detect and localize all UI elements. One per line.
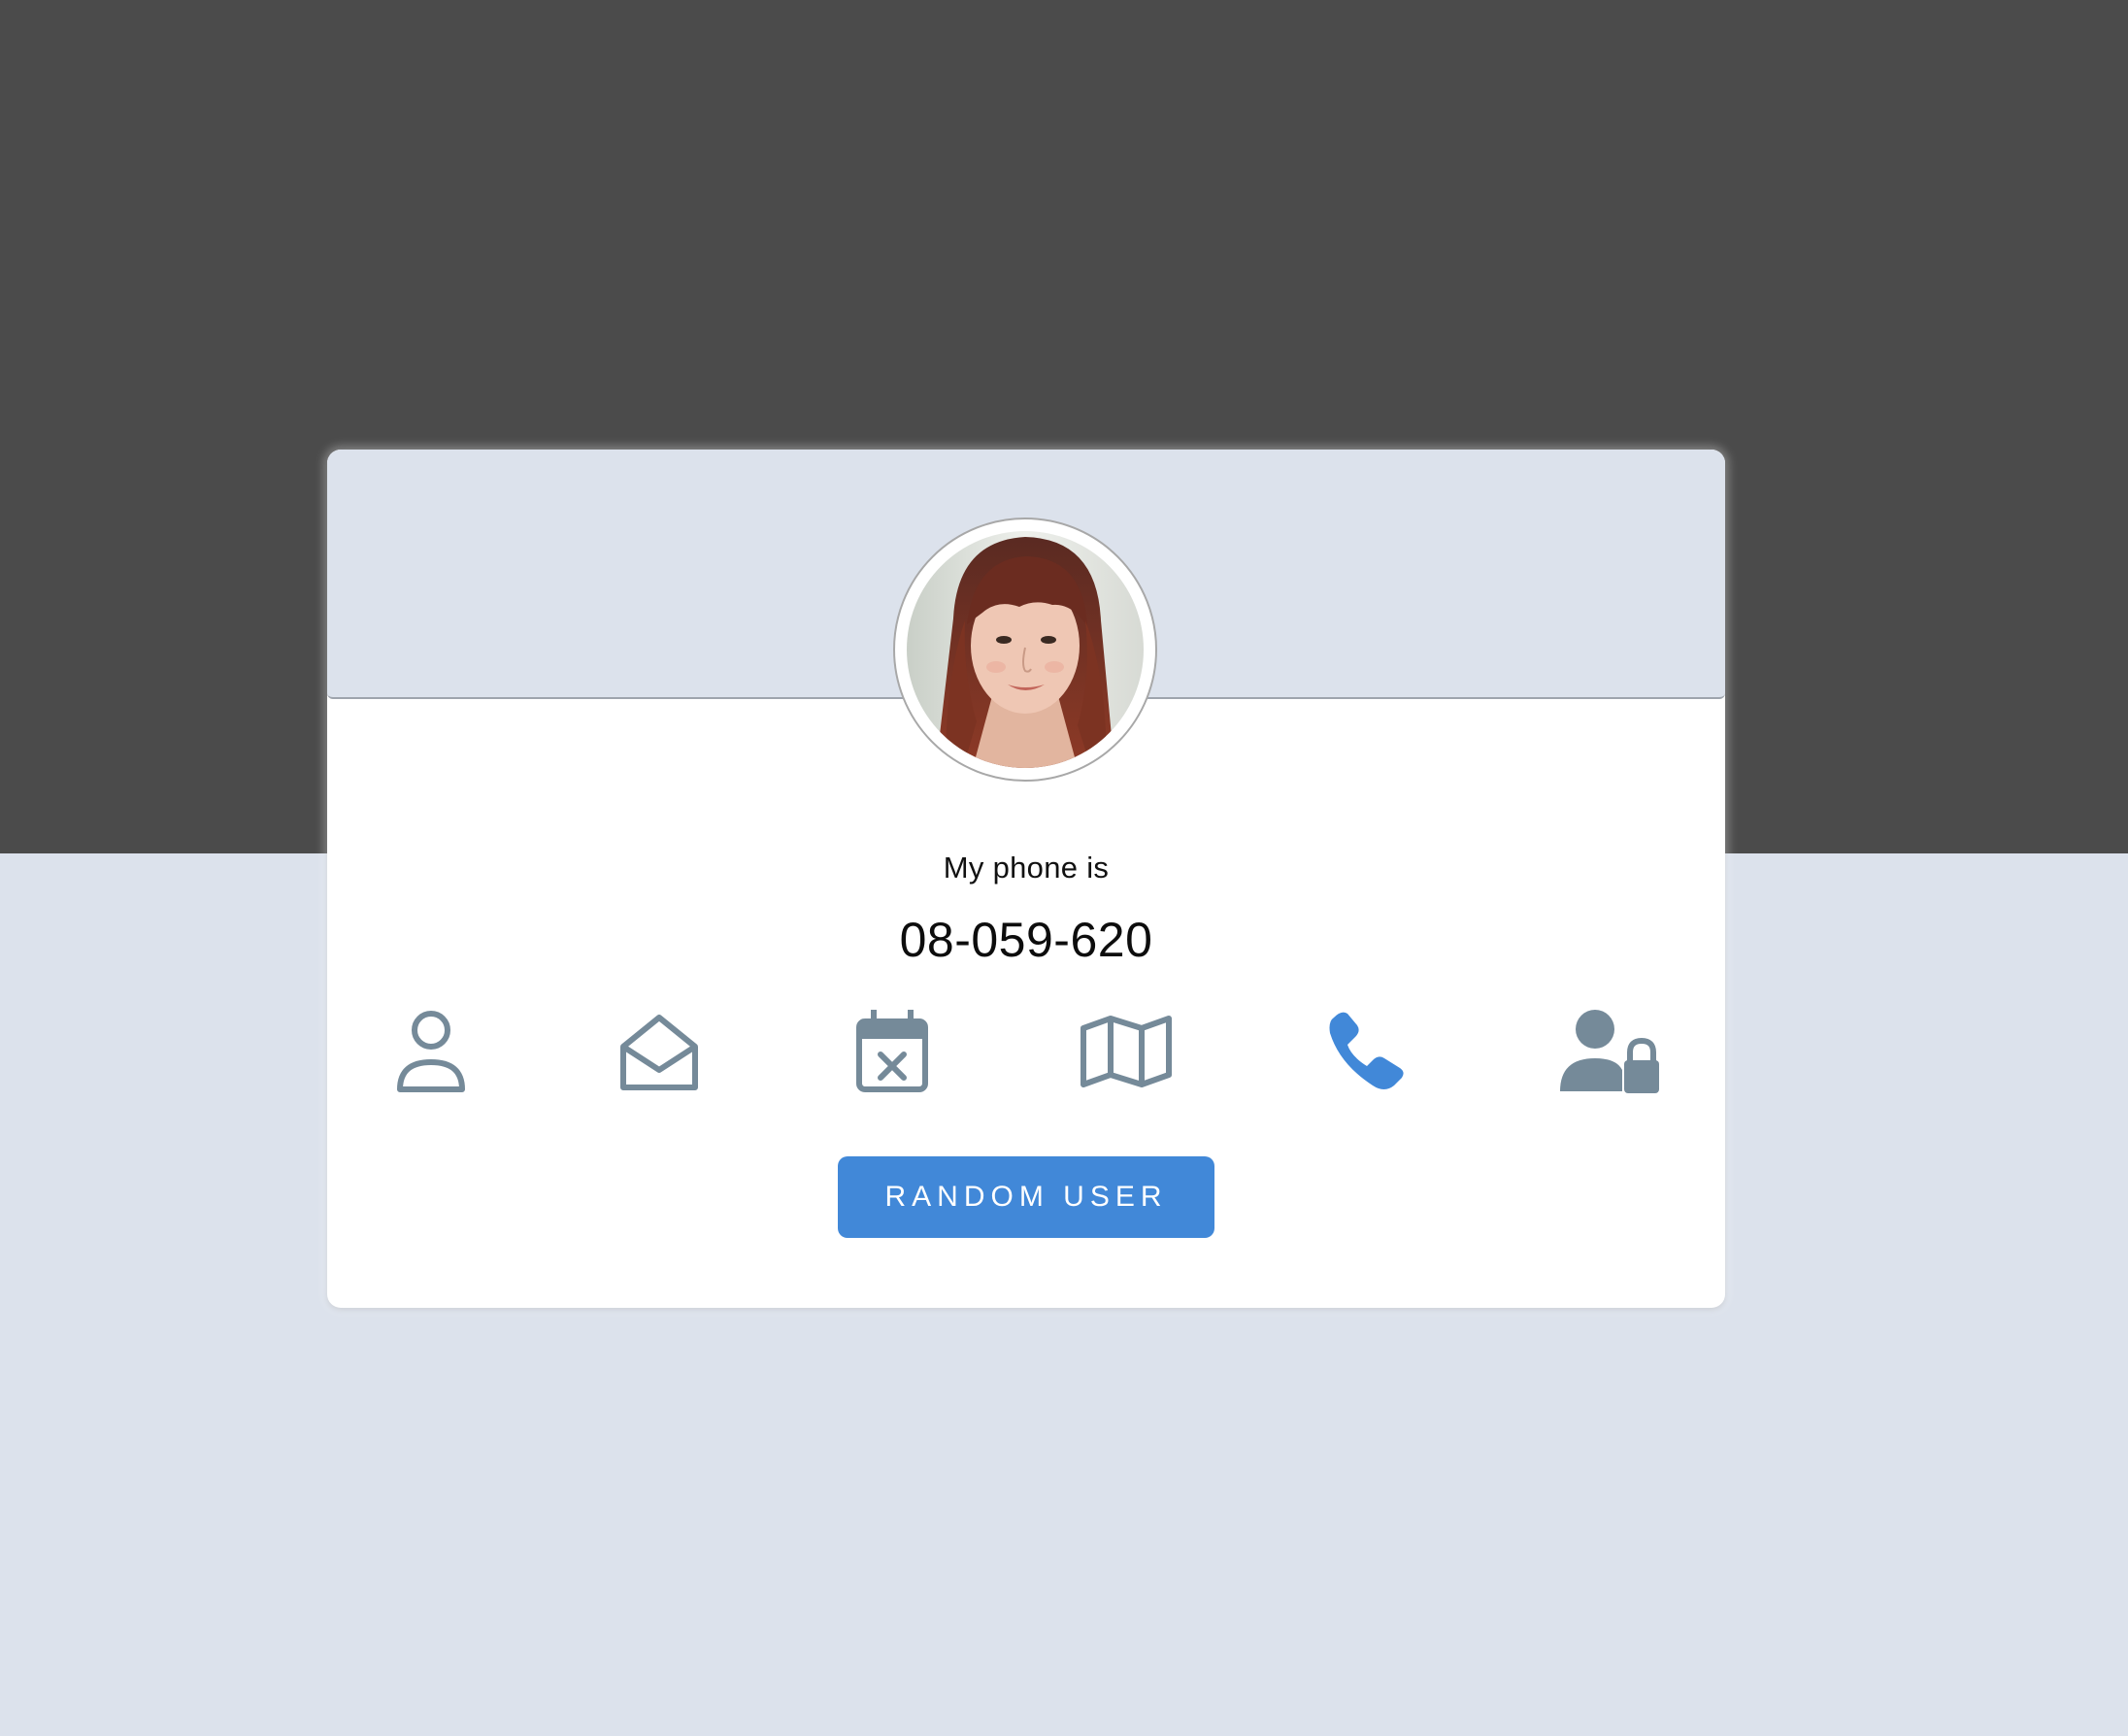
info-icon-bar (327, 1003, 1725, 1100)
avatar-frame (893, 517, 1157, 782)
avatar (907, 531, 1144, 768)
info-label: My phone is (943, 851, 1110, 885)
calendar-x-icon[interactable] (839, 1003, 946, 1100)
envelope-open-icon[interactable] (606, 1003, 713, 1100)
user-lock-icon[interactable] (1555, 1003, 1662, 1100)
user-card: My phone is 08-059-620 RANDOM USER (327, 450, 1725, 1308)
map-icon[interactable] (1073, 1003, 1180, 1100)
phone-icon[interactable] (1314, 1003, 1421, 1100)
info-value: 08-059-620 (899, 913, 1153, 967)
user-icon[interactable] (378, 1003, 484, 1100)
random-user-button[interactable]: RANDOM USER (838, 1156, 1214, 1238)
